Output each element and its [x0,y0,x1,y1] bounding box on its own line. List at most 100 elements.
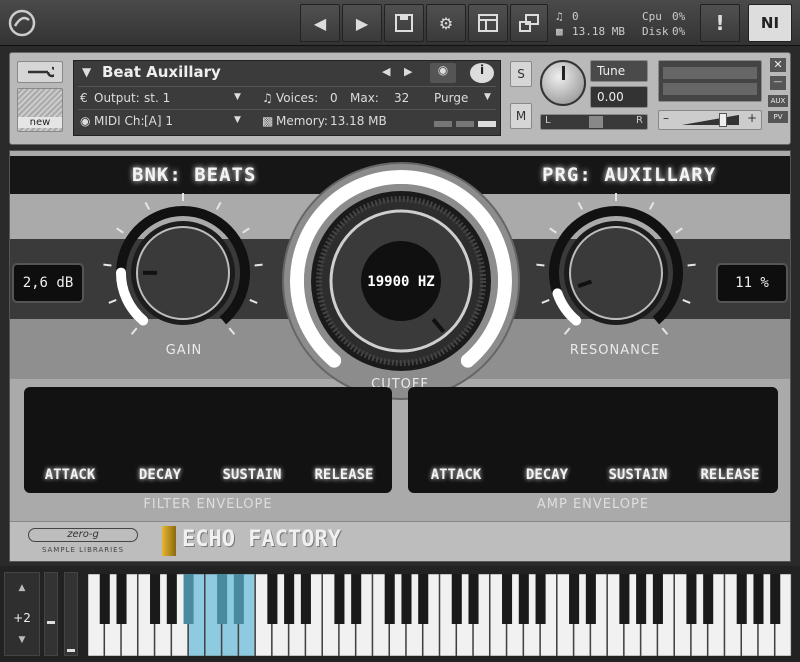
black-key[interactable] [300,574,311,624]
black-key[interactable] [636,574,647,624]
ni-logo-button[interactable]: NI [748,4,792,42]
memory-icon: ▩ [556,25,563,38]
keyboard-area: ▲ +2 ▼ [0,566,800,662]
black-key[interactable] [401,574,412,624]
kontakt-toolbar: ◀ ▶ ⚙ ♫ 0 ▩ 13.18 MB Cpu 0% Disk 0% ! NI [0,0,800,46]
instrument-name[interactable]: Beat Auxillary [102,63,221,81]
prev-arrow-icon[interactable]: ◀ [300,4,340,42]
black-key[interactable] [150,574,161,624]
memory-icon: ▩ [262,114,274,128]
pan-slider[interactable]: L R [540,114,648,130]
cpu-label: Cpu [642,10,662,23]
output-value[interactable]: st. 1 [144,91,170,105]
black-key[interactable] [418,574,429,624]
black-key[interactable] [535,574,546,624]
next-arrow-icon[interactable]: ▶ [342,4,382,42]
minimize-icon[interactable]: — [770,76,786,90]
new-label: new [18,117,62,128]
black-key[interactable] [351,574,362,624]
octave-up-icon[interactable]: ▲ [5,583,39,593]
black-key[interactable] [384,574,395,624]
voices-label: Voices: [276,91,319,105]
voices-count: 0 [572,10,579,23]
pitch-wheel[interactable] [44,572,58,656]
black-key[interactable] [736,574,747,624]
mod-wheel[interactable] [64,572,78,656]
black-key[interactable] [703,574,714,624]
black-key[interactable] [753,574,764,624]
instrument-panel: BNK: BEATS PRG: AUXILLARY 2,6 dB 11 % 19… [9,150,791,562]
octave-down-icon[interactable]: ▼ [5,635,39,645]
close-icon[interactable]: ✕ [770,58,786,72]
black-key[interactable] [99,574,110,624]
black-key[interactable] [217,574,228,624]
black-key[interactable] [334,574,345,624]
max-voices-value[interactable]: 32 [394,91,409,105]
amp-release-label: RELEASE [700,467,760,483]
black-key[interactable] [116,574,127,624]
resonance-label: RESONANCE [569,343,661,358]
camera-icon[interactable]: ◉ [430,63,456,83]
black-key[interactable] [468,574,479,624]
save-icon[interactable] [384,4,424,42]
collapse-arrow-icon[interactable]: ▼ [82,65,91,79]
piano-keys[interactable] [88,574,792,656]
gain-knob[interactable] [103,193,263,335]
wrench-icon [28,66,54,78]
purge-label[interactable]: Purge [434,91,468,105]
black-key[interactable] [233,574,244,624]
info-icon[interactable]: i [470,63,494,83]
purge-dropdown-icon[interactable]: ▼ [484,92,491,102]
window-resize-icon[interactable] [510,4,548,42]
volume-slider[interactable]: – + [658,110,762,130]
warning-icon[interactable]: ! [700,4,740,42]
volume-minus[interactable]: – [663,111,669,125]
resonance-knob[interactable] [536,193,696,335]
black-key[interactable] [652,574,663,624]
next-instrument-icon[interactable]: ▶ [404,65,412,78]
midi-channel-value[interactable]: [A] 1 [144,114,173,128]
prev-instrument-icon[interactable]: ◀ [382,65,390,78]
pv-button[interactable]: PV [768,111,788,123]
black-key[interactable] [619,574,630,624]
amp-envelope-title: AMP ENVELOPE [536,497,650,512]
black-key[interactable] [686,574,697,624]
wrench-button[interactable] [17,61,63,83]
disk-label: Disk [642,25,669,38]
volume-handle[interactable] [719,113,727,127]
black-key[interactable] [267,574,278,624]
octave-shift-control[interactable]: ▲ +2 ▼ [4,572,40,656]
new-snapshot-button[interactable]: new [17,88,63,132]
black-key[interactable] [770,574,781,624]
output-icon: € [80,91,88,105]
pan-handle[interactable] [589,116,603,128]
black-key[interactable] [502,574,513,624]
black-key[interactable] [518,574,529,624]
cpu-value: 0% [672,10,686,23]
instrument-info-box: ▼ Beat Auxillary ◀ ▶ ◉ i € Output: st. 1… [73,60,501,136]
kontakt-window: ◀ ▶ ⚙ ♫ 0 ▩ 13.18 MB Cpu 0% Disk 0% ! NI [0,0,800,662]
aux-button[interactable]: AUX [768,95,788,107]
black-key[interactable] [284,574,295,624]
tune-value[interactable]: 0.00 [590,86,648,108]
mute-button[interactable]: M [510,103,532,129]
view-layout-icon[interactable] [468,4,508,42]
midi-icon: ◉ [80,114,91,128]
midi-voices-icon: ♫ [556,10,563,23]
tune-label: Tune [590,60,648,82]
solo-button[interactable]: S [510,61,532,87]
black-key[interactable] [183,574,194,624]
black-key[interactable] [585,574,596,624]
black-key[interactable] [451,574,462,624]
filter-release-label: RELEASE [314,467,374,483]
gear-icon[interactable]: ⚙ [426,4,466,42]
black-key[interactable] [569,574,580,624]
midi-dropdown-icon[interactable]: ▼ [234,115,241,125]
output-dropdown-icon[interactable]: ▼ [234,92,241,102]
black-key[interactable] [166,574,177,624]
kontakt-logo-icon[interactable] [4,4,40,42]
volume-plus[interactable]: + [747,111,757,125]
tune-knob[interactable] [540,60,586,106]
cutoff-readout: 19900 HZ [367,274,435,290]
midi-channel-label: MIDI Ch: [94,114,145,128]
